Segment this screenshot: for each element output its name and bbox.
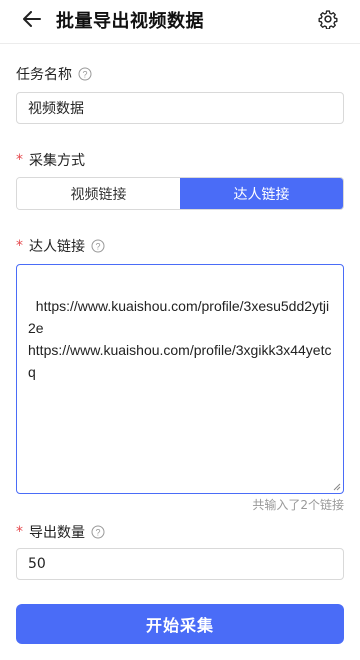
page-title: 批量导出视频数据 [56, 11, 204, 32]
collect-method-label: 采集方式 [29, 153, 85, 169]
creator-links-textarea[interactable]: https://www.kuaishou.com/profile/3xesu5d… [16, 264, 344, 494]
help-icon[interactable]: ? [78, 67, 92, 81]
task-name-label-row: 任务名称 ? [16, 64, 92, 84]
svg-text:?: ? [82, 70, 87, 80]
gear-icon [318, 10, 338, 29]
settings-button[interactable] [316, 7, 340, 31]
start-collect-button[interactable]: 开始采集 [16, 604, 344, 644]
export-count-label-row: * 导出数量 ? [16, 522, 105, 542]
help-icon[interactable]: ? [91, 525, 105, 539]
option-creator-link[interactable]: 达人链接 [180, 178, 343, 209]
required-mark: * [16, 152, 23, 168]
collect-method-segmented: 视频链接 达人链接 [16, 177, 344, 210]
help-icon[interactable]: ? [91, 239, 105, 253]
resize-grip-icon[interactable] [331, 481, 341, 491]
creator-links-label-row: * 达人链接 ? [16, 236, 105, 256]
arrow-left-icon [23, 11, 41, 27]
required-mark: * [16, 524, 23, 540]
link-count-text: 共输入了2个链接 [252, 498, 344, 512]
task-name-input[interactable]: 视频数据 [16, 92, 344, 124]
export-count-label: 导出数量 [29, 525, 85, 541]
task-name-label: 任务名称 [16, 67, 72, 83]
svg-text:?: ? [95, 528, 100, 538]
export-count-input[interactable]: 50 [16, 548, 344, 580]
creator-links-label: 达人链接 [29, 239, 85, 255]
required-mark: * [16, 238, 23, 254]
back-button[interactable] [20, 9, 44, 29]
option-video-link[interactable]: 视频链接 [17, 178, 180, 209]
header-bar: 批量导出视频数据 [0, 0, 360, 44]
creator-links-text: https://www.kuaishou.com/profile/3xesu5d… [28, 298, 332, 380]
svg-text:?: ? [95, 242, 100, 252]
collect-method-label-row: * 采集方式 [16, 150, 85, 170]
